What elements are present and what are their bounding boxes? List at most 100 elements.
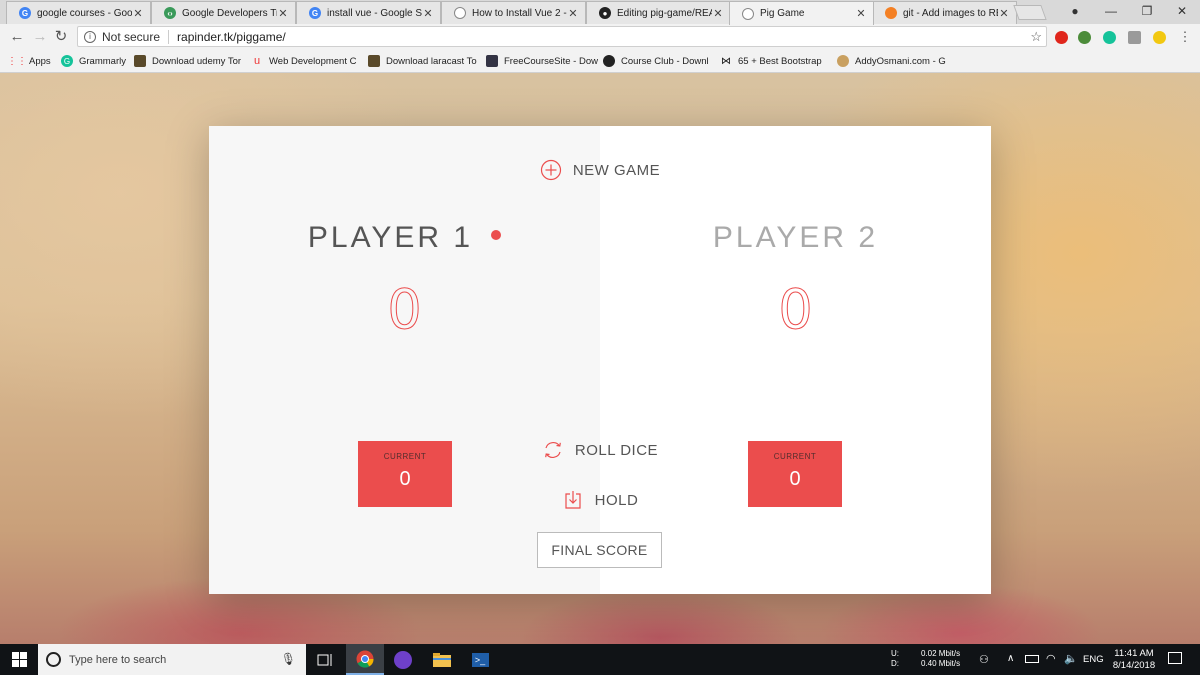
apps-icon: ⋮⋮ (7, 55, 27, 67)
tab-editing-pig-game[interactable]: ● Editing pig-game/READ ✕ (586, 1, 731, 24)
battery-icon[interactable] (1025, 655, 1039, 663)
tab-google-courses[interactable]: G google courses - Googl ✕ (6, 1, 151, 24)
info-icon[interactable]: i (84, 30, 96, 43)
bookmark-apps[interactable]: ⋮⋮ Apps (7, 55, 51, 67)
player-1-panel: PLAYER 1 0 CURRENT 0 (209, 126, 600, 594)
taskbar-github-desktop[interactable] (384, 644, 422, 675)
bookmark-site-icon (603, 55, 615, 67)
close-icon[interactable]: ✕ (132, 7, 144, 20)
bookmark-label: Grammarly (79, 55, 126, 67)
network-speed-labels: U: D: (891, 649, 899, 675)
upload-speed: 0.02 Mbit/s (921, 649, 961, 658)
tab-title: git - Add images to REA (903, 7, 998, 19)
close-icon[interactable]: ✕ (712, 7, 724, 20)
player-2-panel: PLAYER 2 0 CURRENT 0 (600, 126, 991, 594)
close-icon[interactable]: ✕ (422, 7, 434, 20)
close-window-icon[interactable]: ✕ (1164, 0, 1200, 22)
bookmark-download-udemy[interactable]: Download udemy Tor (134, 55, 241, 67)
close-icon[interactable]: ✕ (277, 7, 289, 20)
menu-icon[interactable]: ⋮ (1175, 27, 1195, 47)
url-text[interactable]: rapinder.tk/piggame/ (177, 30, 286, 44)
score-text: 0 (387, 278, 422, 342)
taskbar-chrome[interactable] (346, 644, 384, 675)
bookmark-download-laracast[interactable]: Download laracast To (368, 55, 477, 67)
new-tab-button[interactable] (1013, 5, 1047, 20)
forward-icon[interactable]: → (30, 27, 50, 47)
task-view-icon (317, 653, 332, 666)
search-placeholder: Type here to search (69, 653, 167, 666)
notification-icon[interactable] (1168, 652, 1182, 664)
tab-google-developers[interactable]: ‹› Google Developers Trai ✕ (151, 1, 296, 24)
google-icon: G (19, 7, 31, 19)
profile-icon[interactable]: ● (1057, 0, 1093, 22)
extension-icon[interactable] (1153, 31, 1166, 44)
close-icon[interactable]: ✕ (567, 7, 579, 20)
address-bar[interactable]: i Not secure rapinder.tk/piggame/ ☆ (77, 26, 1047, 47)
tab-title: Editing pig-game/READ (617, 7, 712, 19)
restore-icon[interactable]: ❐ (1129, 0, 1165, 22)
player-2-name: PLAYER 2 (600, 221, 991, 255)
github-icon: ● (599, 7, 611, 19)
player-2-score: 0 (600, 278, 991, 342)
chevron-up-icon[interactable]: ∧ (1007, 653, 1014, 675)
minimize-icon[interactable]: — (1093, 0, 1129, 22)
clock-time: 11:41 AM (1114, 648, 1154, 659)
bowtie-icon: ⋈ (721, 55, 731, 67)
new-game-button[interactable]: NEW GAME (209, 159, 991, 181)
close-icon[interactable]: ✕ (998, 7, 1010, 20)
grammarly-icon: G (61, 55, 73, 67)
back-icon[interactable]: ← (7, 27, 27, 47)
tab-git-add-images[interactable]: git - Add images to REA ✕ (872, 1, 1017, 24)
bookmark-site-icon (486, 55, 498, 67)
final-score-button[interactable]: FINAL SCORE (537, 532, 662, 568)
powershell-icon: >_ (471, 652, 489, 667)
player-1-current-score: 0 (399, 468, 411, 490)
udemy-icon: u (253, 55, 261, 67)
task-view-button[interactable] (306, 644, 344, 675)
tab-title: google courses - Googl (37, 7, 132, 19)
tab-pig-game[interactable]: Pig Game ✕ (729, 1, 874, 25)
reload-icon[interactable]: ↻ (51, 27, 71, 47)
tab-title: How to Install Vue 2 - T (472, 7, 567, 19)
divider (168, 29, 170, 44)
bookmark-web-development[interactable]: u Web Development C (251, 55, 357, 67)
vue-devtools-icon[interactable] (1128, 31, 1141, 44)
microphone-icon[interactable]: 🎙 (281, 652, 296, 666)
download-label: D: (891, 659, 899, 668)
taskbar-clock[interactable]: 11:41 AM 8/14/2018 (1106, 648, 1162, 672)
taskbar-search-input[interactable]: Type here to search 🎙 (38, 644, 306, 675)
bookmark-label: Course Club - Downl (621, 55, 709, 67)
language-indicator[interactable]: ENG (1083, 654, 1104, 675)
tab-title: install vue - Google Sea (327, 7, 422, 19)
game-board: PLAYER 1 0 CURRENT 0 PLAYER 2 0 CURRENT … (209, 126, 991, 594)
taskbar-file-explorer[interactable] (423, 644, 461, 675)
wifi-icon[interactable]: ◠ (1046, 652, 1056, 675)
bookmark-freecoursesite[interactable]: FreeCourseSite - Dow (486, 55, 598, 67)
taskbar-powershell[interactable]: >_ (461, 644, 499, 675)
page-icon (454, 7, 466, 19)
security-label: Not secure (102, 29, 161, 44)
star-icon[interactable]: ☆ (1030, 29, 1042, 45)
bookmark-label: Apps (29, 55, 51, 67)
bookmark-addyosmani[interactable]: AddyOsmani.com - G (837, 55, 946, 67)
bookmark-grammarly[interactable]: G Grammarly (61, 55, 126, 67)
bookmark-course-club[interactable]: Course Club - Downl (603, 55, 709, 67)
bookmark-label: AddyOsmani.com - G (855, 55, 946, 67)
volume-icon[interactable]: 🔈 (1064, 652, 1078, 675)
opera-icon[interactable] (1055, 31, 1068, 44)
people-icon[interactable]: ⚇ (979, 653, 989, 675)
grammarly-icon[interactable] (1103, 31, 1116, 44)
tab-how-to-install-vue[interactable]: How to Install Vue 2 - T ✕ (441, 1, 586, 24)
tab-title: Pig Game (760, 8, 805, 19)
bookmark-label: 65 + Best Bootstrap (738, 55, 822, 67)
extension-icon[interactable] (1078, 31, 1091, 44)
upload-label: U: (891, 649, 899, 658)
roll-dice-label: ROLL DICE (574, 441, 659, 459)
roll-dice-button[interactable]: ROLL DICE (209, 439, 991, 461)
close-icon[interactable]: ✕ (855, 7, 867, 20)
start-button[interactable] (0, 644, 38, 675)
hold-button[interactable]: HOLD (209, 489, 991, 511)
google-icon: G (309, 7, 321, 19)
bookmark-bootstrap[interactable]: ⋈ 65 + Best Bootstrap (720, 55, 822, 67)
tab-install-vue[interactable]: G install vue - Google Sea ✕ (296, 1, 441, 24)
